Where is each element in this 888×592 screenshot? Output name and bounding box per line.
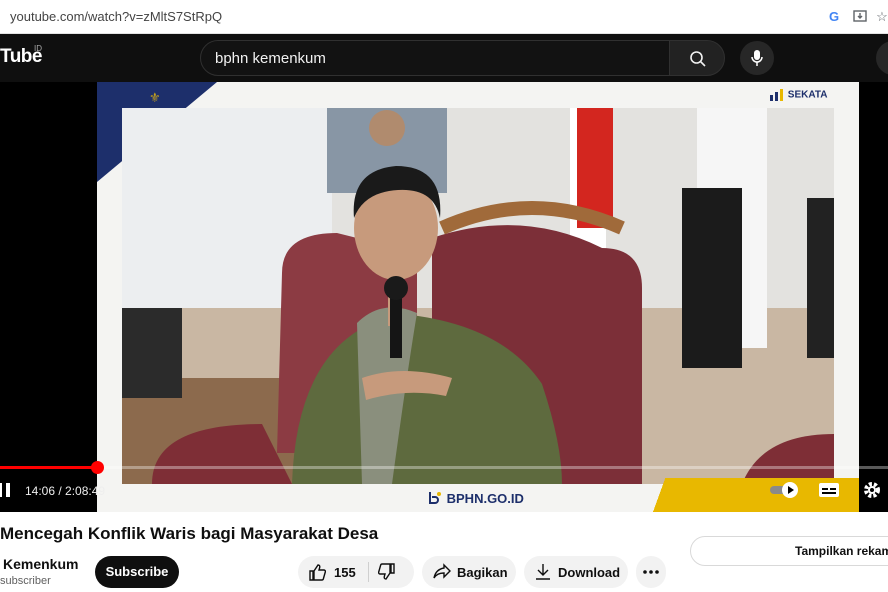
progress-scrubber[interactable]	[90, 461, 104, 474]
search-input[interactable]	[215, 41, 655, 75]
yellow-stripe-decoration	[577, 478, 859, 512]
pill-divider	[368, 562, 369, 582]
browser-url-bar[interactable]: youtube.com/watch?v=zMltS7StRpQ G ☆	[0, 0, 888, 34]
video-title: Mencegah Konflik Waris bagi Masyarakat D…	[0, 524, 379, 543]
scene-illustration	[122, 108, 834, 484]
voice-search-button[interactable]	[740, 41, 774, 75]
share-arrow-icon	[433, 563, 451, 579]
youtube-masthead: Tube ID	[0, 34, 888, 82]
star-bookmark-icon[interactable]: ☆	[874, 9, 888, 25]
autoplay-toggle-icon[interactable]	[768, 480, 800, 500]
time-display: 14:06 / 2:08:49	[25, 484, 106, 498]
search-button[interactable]	[669, 40, 725, 76]
country-code: ID	[34, 44, 42, 53]
like-dislike-pill: 155	[298, 556, 414, 588]
mic-icon	[751, 50, 763, 66]
sekata-logo: SEKATA	[769, 88, 827, 104]
sekata-label: SEKATA	[787, 89, 828, 101]
share-button[interactable]: Bagikan	[422, 556, 516, 588]
subtitles-icon[interactable]	[818, 480, 840, 500]
video-frame: ⚜ SEKATA BPHN.GO.ID	[97, 82, 859, 512]
bphn-watermark-label: BPHN.GO.ID	[446, 491, 524, 506]
thumb-down-icon	[378, 563, 395, 580]
share-label: Bagikan	[457, 565, 508, 580]
show-recordings-button[interactable]: Tampilkan rekam	[690, 536, 888, 566]
more-actions-button[interactable]	[636, 556, 666, 588]
search-icon	[690, 51, 706, 67]
video-player[interactable]: ⚜ SEKATA BPHN.GO.ID 14:06 / 2:08:49	[0, 82, 888, 512]
dislike-button[interactable]	[370, 556, 414, 588]
download-icon	[536, 564, 550, 580]
install-app-icon[interactable]	[852, 9, 868, 25]
progress-track[interactable]	[0, 466, 888, 469]
url-text[interactable]: youtube.com/watch?v=zMltS7StRpQ	[10, 9, 222, 24]
thumb-up-icon	[309, 564, 326, 581]
gear-icon[interactable]	[861, 480, 883, 500]
google-g-icon[interactable]: G	[826, 9, 842, 25]
progress-fill	[0, 466, 97, 469]
subscriber-count: subscriber	[0, 575, 51, 587]
subscribe-button[interactable]: Subscribe	[95, 556, 179, 588]
download-label: Download	[558, 565, 621, 580]
channel-name[interactable]: Kemenkum	[3, 556, 78, 572]
chart-logo-icon	[770, 89, 783, 101]
video-scene	[122, 108, 834, 484]
avatar-button[interactable]	[876, 41, 888, 75]
more-horiz-icon	[643, 570, 659, 574]
play-pause-icon[interactable]	[0, 480, 16, 500]
like-button[interactable]: 155	[298, 556, 368, 588]
download-button[interactable]: Download	[524, 556, 628, 588]
bphn-logo-icon	[429, 492, 441, 504]
show-recordings-label: Tampilkan rekam	[795, 544, 888, 558]
bphn-watermark: BPHN.GO.ID	[427, 490, 524, 506]
like-count: 155	[334, 565, 356, 580]
ministry-emblem-icon: ⚜	[149, 90, 161, 105]
search-box	[200, 40, 670, 76]
